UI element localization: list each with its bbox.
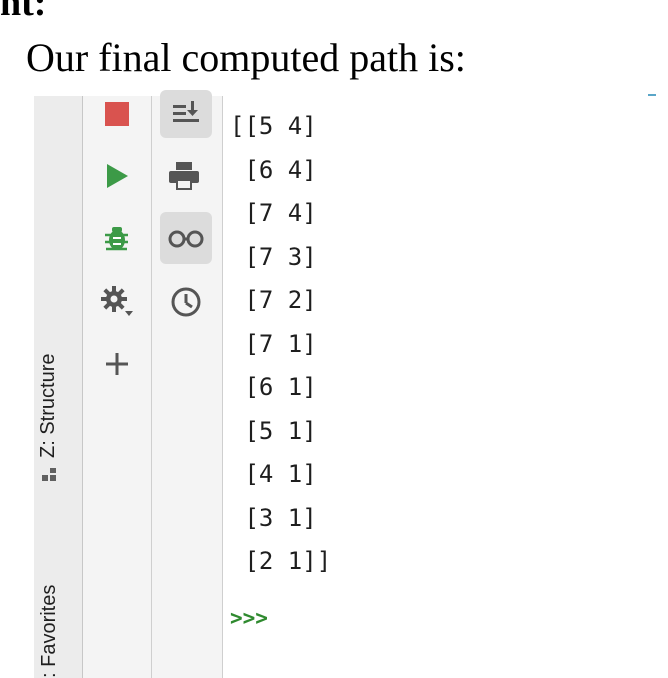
debug-button[interactable]: [97, 218, 137, 258]
tool-window-strip: Z: Structure : Favorites: [34, 96, 83, 678]
ide-screenshot: Z: Structure : Favorites [[5 4] [6 4] [7…: [34, 90, 668, 678]
run-toolbar: [83, 96, 152, 678]
edge-mark: [648, 94, 656, 96]
section-heading-fragment: nt:: [0, 0, 47, 24]
add-icon: [106, 353, 128, 375]
console-line: [7 4]: [230, 199, 317, 227]
show-variables-glasses-icon: [168, 230, 204, 248]
debug-bug-icon: [105, 227, 128, 251]
console-line: [7 1]: [230, 330, 317, 358]
structure-tab-label: Z: Structure: [37, 353, 59, 458]
console-line: [3 1]: [230, 504, 317, 532]
print-button[interactable]: [164, 156, 204, 196]
page: nt: Our final computed path is: Z: Struc…: [0, 0, 668, 678]
run-icon: [107, 164, 128, 188]
console-line: [2 1]]: [230, 547, 332, 575]
history-clock-icon: [171, 287, 201, 317]
favorites-tab[interactable]: : Favorites: [38, 585, 61, 678]
console-line: [6 1]: [230, 373, 317, 401]
history-button[interactable]: [166, 282, 206, 322]
scroll-to-end-icon: [173, 101, 199, 122]
structure-tab[interactable]: Z: Structure: [37, 354, 60, 482]
console-line: [5 1]: [230, 417, 317, 445]
settings-button[interactable]: [97, 282, 137, 322]
console-line: [4 1]: [230, 460, 317, 488]
console-toolbar: [152, 90, 223, 678]
run-button[interactable]: [97, 156, 137, 196]
print-icon: [169, 162, 199, 190]
settings-gear-icon: [101, 286, 133, 316]
stop-button[interactable]: [97, 94, 137, 134]
stop-icon: [105, 102, 129, 126]
console-line: [6 4]: [230, 156, 317, 184]
console-line: [7 2]: [230, 286, 317, 314]
console-prompt[interactable]: >>>: [230, 608, 268, 629]
console-line: [7 3]: [230, 243, 317, 271]
intro-sentence: Our final computed path is:: [26, 35, 466, 80]
structure-icon: [41, 468, 56, 482]
console-line: [[5 4]: [230, 112, 317, 140]
show-variables-button[interactable]: [160, 212, 212, 264]
console-output[interactable]: [[5 4] [6 4] [7 4] [7 3] [7 2] [7 1] [6 …: [230, 96, 668, 678]
favorites-tab-label: : Favorites: [38, 584, 60, 678]
scroll-to-end-button[interactable]: [160, 90, 212, 138]
add-button[interactable]: [97, 344, 137, 384]
